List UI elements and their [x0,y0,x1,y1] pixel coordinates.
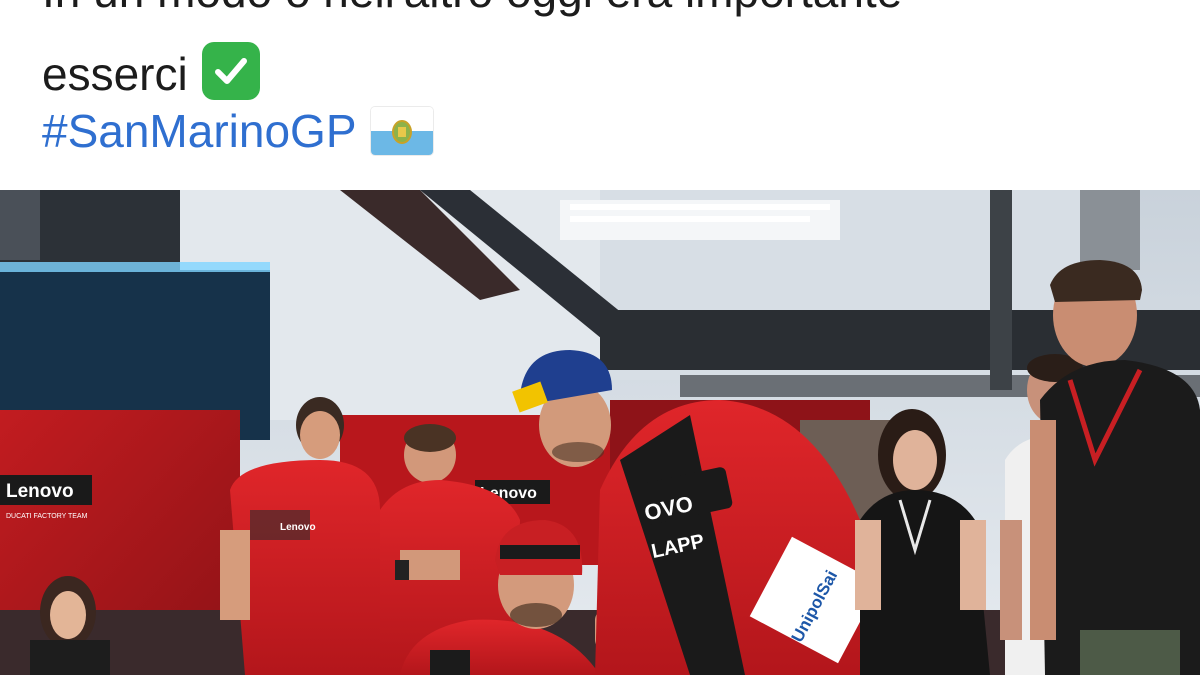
shirt-logo: Lenovo [280,522,316,533]
post-text-word: esserci [42,48,188,100]
post-text-partial-line: In un modo o nell'altro oggi era importa… [42,0,902,18]
post-text: In un modo o nell'altro oggi era importa… [0,0,1200,190]
wall-logo-lenovo: Lenovo [6,481,74,502]
post-photo[interactable]: Lenovo DUCATI FACTORY TEAM Lenovo Lenovo [0,190,1200,675]
san-marino-flag-icon [370,107,433,155]
wall-logo-sub: DUCATI FACTORY TEAM [6,513,88,520]
post-text-line: esserci [42,32,260,101]
hashtag-line: #SanMarinoGP [42,99,433,158]
hashtag-link[interactable]: #SanMarinoGP [42,105,357,157]
check-mark-icon [201,42,260,100]
